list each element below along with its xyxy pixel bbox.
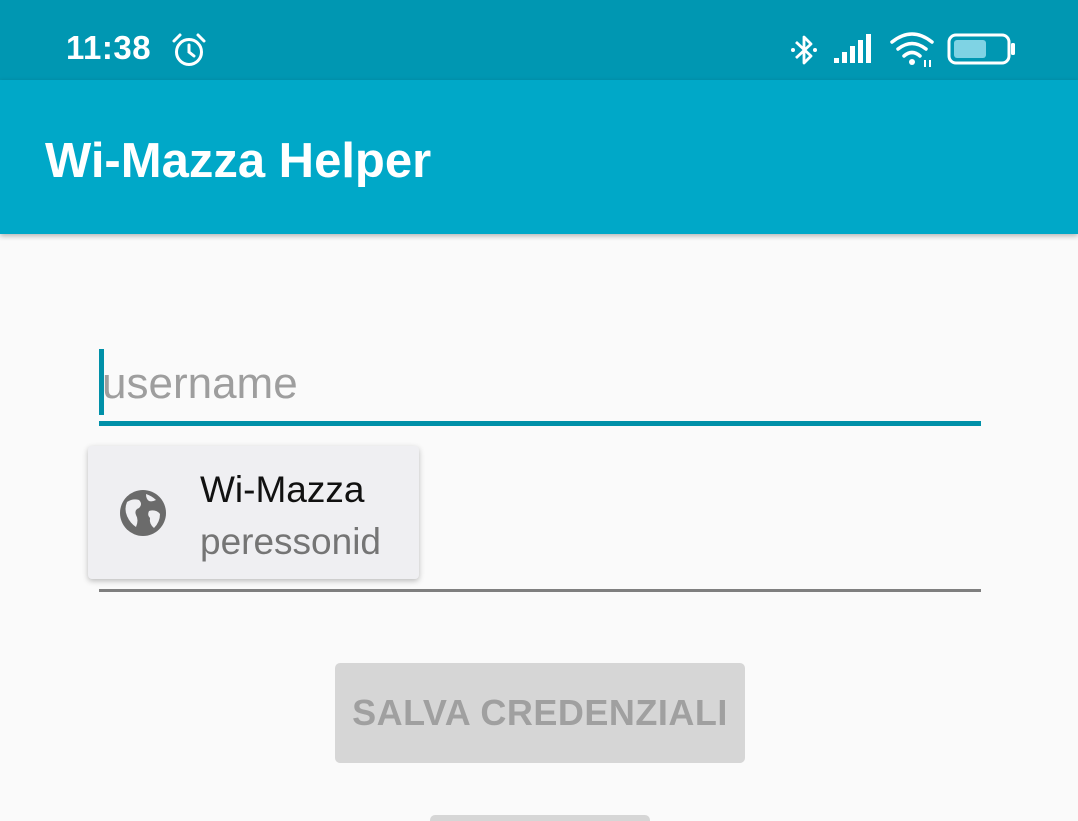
globe-icon <box>120 490 166 536</box>
autofill-title: Wi-Mazza <box>200 469 365 510</box>
alarm-icon <box>172 33 206 66</box>
text-cursor <box>99 349 104 415</box>
autofill-subtitle: peressonid <box>200 521 382 562</box>
secondary-button[interactable] <box>430 815 650 821</box>
app-title: Wi-Mazza Helper <box>45 134 432 188</box>
save-credentials-button[interactable]: SALVA CREDENZIALI <box>335 663 745 763</box>
signal-icon <box>834 34 871 63</box>
app-bar: Wi-Mazza Helper <box>0 80 1078 234</box>
username-underline <box>99 421 981 426</box>
bluetooth-icon <box>791 35 817 65</box>
autofill-suggestion[interactable]: Wi-Mazza peressonid <box>88 446 419 579</box>
status-time: 11:38 <box>66 29 152 66</box>
password-field-underline[interactable] <box>99 589 981 592</box>
status-bar: 11:38 <box>0 0 1078 80</box>
wifi-icon <box>890 32 934 67</box>
battery-icon <box>947 33 1015 65</box>
app-screen: 11:38 Wi-Mazza Helper username Wi-Mazza … <box>0 0 1078 821</box>
username-input[interactable] <box>99 345 984 423</box>
username-field[interactable] <box>99 345 984 427</box>
